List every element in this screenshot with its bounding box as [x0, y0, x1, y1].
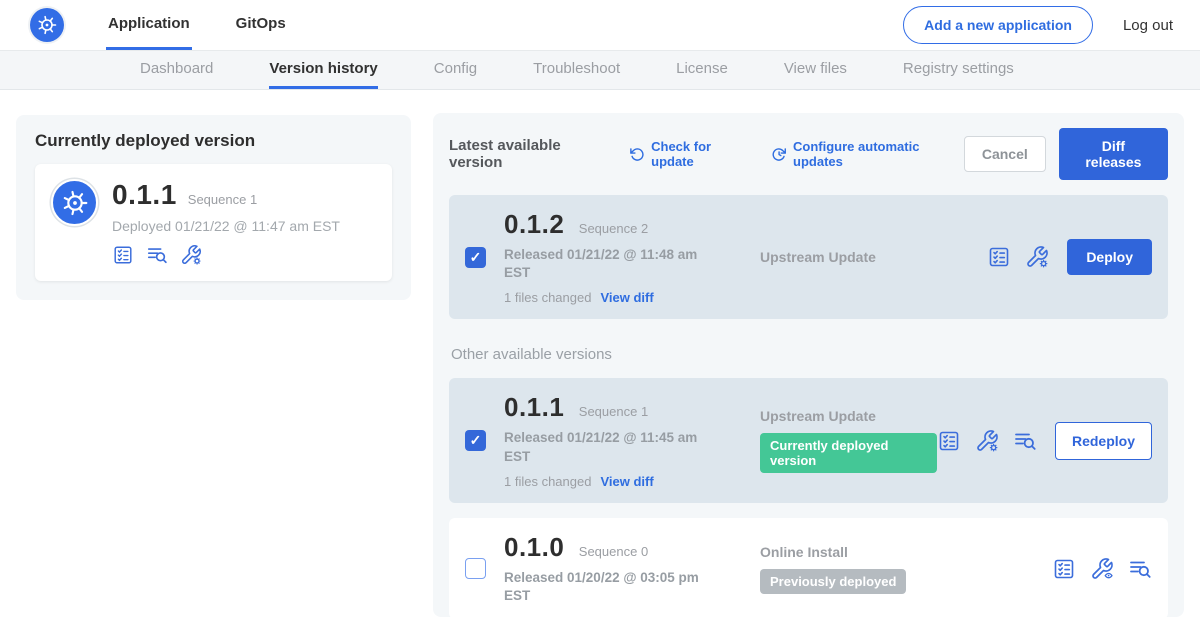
- configure-automatic-updates-link[interactable]: Configure automatic updates: [771, 139, 964, 169]
- app-header: Application GitOps Add a new application…: [0, 0, 1200, 50]
- version-number: 0.1.1: [504, 392, 564, 422]
- previously-deployed-badge: Previously deployed: [760, 569, 906, 594]
- schedule-icon: [771, 146, 787, 163]
- edit-config-icon[interactable]: [1025, 245, 1049, 269]
- version-source-label: Online Install: [760, 544, 1052, 560]
- logout-button[interactable]: Log out: [1123, 17, 1173, 34]
- deployed-sequence-label: Sequence 1: [188, 192, 257, 207]
- app-subnav: Dashboard Version history Config Trouble…: [0, 50, 1200, 90]
- version-checkbox[interactable]: ✓: [465, 247, 486, 268]
- edit-config-icon[interactable]: [180, 244, 202, 266]
- currently-deployed-badge: Currently deployed version: [760, 433, 937, 473]
- check-for-update-link[interactable]: Check for update: [629, 139, 752, 169]
- version-row-0-1-1: ✓ 0.1.1 Sequence 1 Released 01/21/22 @ 1…: [449, 378, 1168, 502]
- cancel-button[interactable]: Cancel: [964, 136, 1046, 172]
- available-versions-panel: Latest available version Check for updat…: [433, 113, 1184, 617]
- version-row-0-1-2: ✓ 0.1.2 Sequence 2 Released 01/21/22 @ 1…: [449, 195, 1168, 319]
- tab-registry-settings[interactable]: Registry settings: [903, 51, 1014, 89]
- tab-troubleshoot[interactable]: Troubleshoot: [533, 51, 620, 89]
- version-number: 0.1.2: [504, 209, 564, 239]
- preflight-checks-icon[interactable]: [1052, 557, 1076, 581]
- redeploy-button[interactable]: Redeploy: [1055, 422, 1152, 460]
- nav-tab-application[interactable]: Application: [106, 0, 192, 50]
- deploy-button[interactable]: Deploy: [1067, 239, 1152, 275]
- deploy-logs-icon[interactable]: [1128, 557, 1152, 581]
- tab-view-files[interactable]: View files: [784, 51, 847, 89]
- tab-version-history[interactable]: Version history: [269, 51, 377, 89]
- check-for-update-label: Check for update: [651, 139, 752, 169]
- version-source-label: Upstream Update: [760, 249, 987, 265]
- version-checkbox[interactable]: ✓: [465, 430, 486, 451]
- deploy-logs-icon[interactable]: [146, 244, 168, 266]
- deployed-timestamp: Deployed 01/21/22 @ 11:47 am EST: [112, 218, 340, 234]
- nav-tab-gitops[interactable]: GitOps: [234, 0, 288, 50]
- tab-config[interactable]: Config: [434, 51, 477, 89]
- diff-releases-button[interactable]: Diff releases: [1059, 128, 1168, 180]
- deployed-version-number: 0.1.1: [112, 179, 177, 211]
- tab-dashboard[interactable]: Dashboard: [140, 51, 213, 89]
- deployed-version-card: 0.1.1 Sequence 1 Deployed 01/21/22 @ 11:…: [35, 164, 392, 281]
- view-diff-link[interactable]: View diff: [600, 290, 653, 305]
- sequence-label: Sequence 1: [579, 404, 648, 419]
- kubernetes-logo-icon: [30, 8, 64, 42]
- sequence-label: Sequence 2: [579, 221, 648, 236]
- other-available-versions-title: Other available versions: [451, 346, 1168, 363]
- version-checkbox[interactable]: [465, 558, 486, 579]
- sequence-label: Sequence 0: [579, 544, 648, 559]
- add-new-application-button[interactable]: Add a new application: [903, 6, 1093, 44]
- tab-license[interactable]: License: [676, 51, 728, 89]
- files-changed-label: 1 files changed: [504, 474, 591, 489]
- files-changed-label: 1 files changed: [504, 290, 591, 305]
- released-timestamp: Released 01/20/22 @ 03:05 pm EST: [504, 569, 700, 605]
- preflight-checks-icon[interactable]: [112, 244, 134, 266]
- deployed-panel-title: Currently deployed version: [35, 131, 392, 151]
- preflight-checks-icon[interactable]: [987, 245, 1011, 269]
- edit-config-icon[interactable]: [975, 429, 999, 453]
- version-source-label: Upstream Update: [760, 408, 937, 424]
- released-timestamp: Released 01/21/22 @ 11:45 am EST: [504, 429, 700, 465]
- view-config-icon[interactable]: [1090, 557, 1114, 581]
- configure-automatic-updates-label: Configure automatic updates: [793, 139, 964, 169]
- version-number: 0.1.0: [504, 532, 564, 562]
- released-timestamp: Released 01/21/22 @ 11:48 am EST: [504, 246, 700, 282]
- refresh-icon: [629, 146, 645, 163]
- deploy-logs-icon[interactable]: [1013, 429, 1037, 453]
- app-icon: [51, 179, 98, 226]
- latest-available-title: Latest available version: [449, 137, 610, 171]
- currently-deployed-panel: Currently deployed version 0.1.1 Sequenc…: [16, 115, 411, 300]
- view-diff-link[interactable]: View diff: [600, 474, 653, 489]
- preflight-checks-icon[interactable]: [937, 429, 961, 453]
- version-row-0-1-0: 0.1.0 Sequence 0 Released 01/20/22 @ 03:…: [449, 518, 1168, 619]
